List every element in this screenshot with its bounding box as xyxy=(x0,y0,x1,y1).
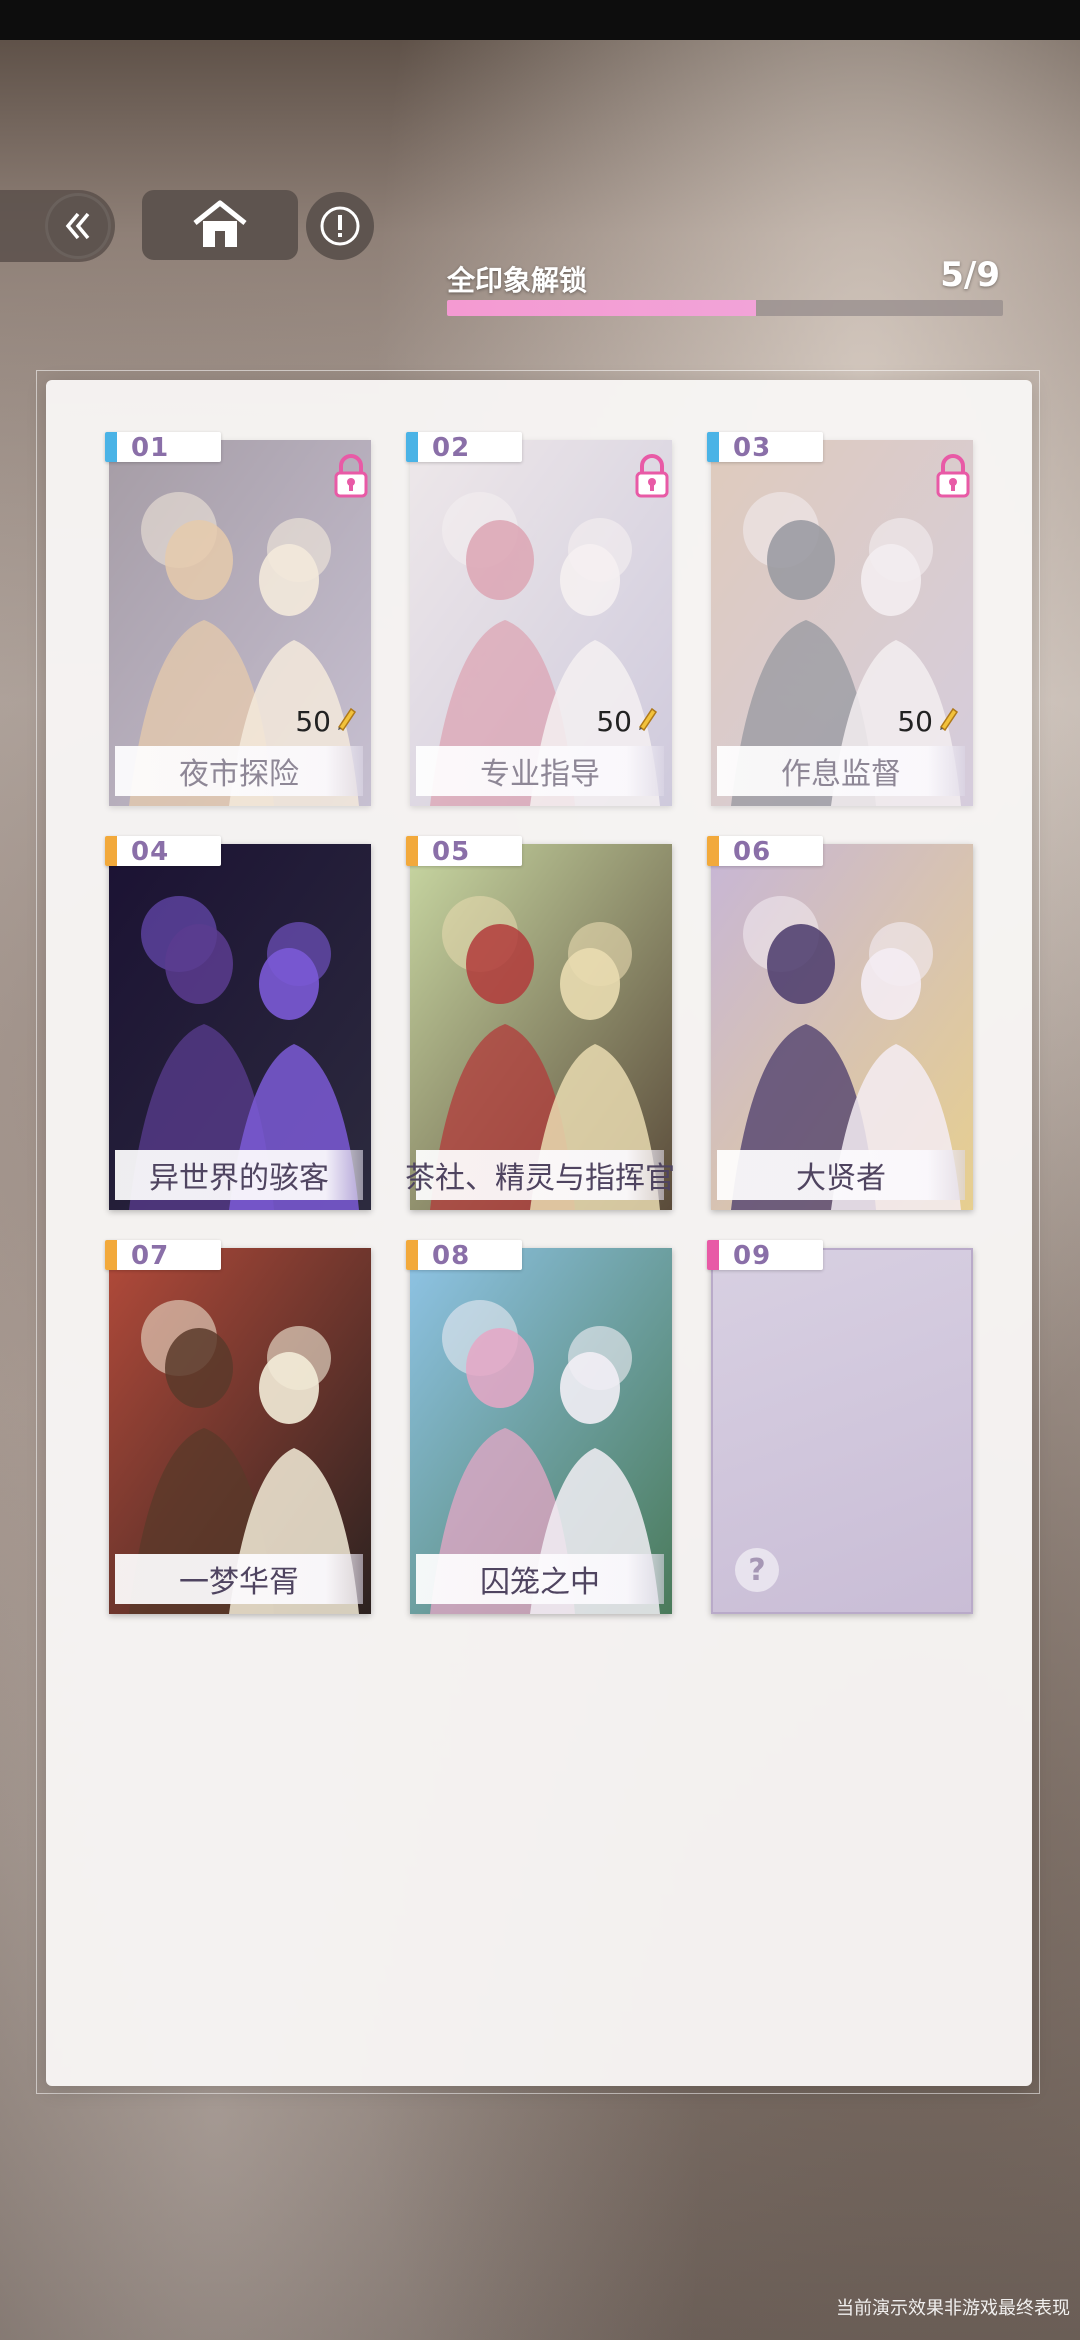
pencil-icon xyxy=(937,705,959,738)
card-04[interactable]: 04 异世界的骇客 xyxy=(105,836,371,1210)
card-number-stripe xyxy=(707,432,719,462)
card-number-tag: 07 xyxy=(105,1240,221,1271)
card-title: 茶社、精灵与指挥官 xyxy=(405,1161,675,1196)
card-08[interactable]: 08 囚笼之中 xyxy=(406,1240,672,1614)
card-title-bar: 夜市探险 xyxy=(115,746,363,796)
back-button[interactable] xyxy=(0,190,115,262)
card-number-stripe xyxy=(105,836,117,866)
card-number-tag: 06 xyxy=(707,836,823,867)
card-02[interactable]: 02 50 专业指导 xyxy=(406,432,672,806)
progress-fill xyxy=(447,300,757,316)
card-title-bar: 大贤者 xyxy=(717,1150,965,1200)
card-title-bar: 茶社、精灵与指挥官 xyxy=(405,1150,675,1200)
card-number-stripe xyxy=(406,432,418,462)
card-title-bar: 囚笼之中 xyxy=(416,1554,664,1604)
exclamation-circle-icon xyxy=(320,206,360,246)
padlock-icon xyxy=(933,454,973,498)
padlock-icon xyxy=(331,454,371,498)
unlock-cost-value: 50 xyxy=(295,705,331,738)
home-button[interactable] xyxy=(142,190,298,260)
card-07[interactable]: 07 一梦华胥 xyxy=(105,1240,371,1614)
pencil-icon xyxy=(636,705,658,738)
card-panel: 01 50 夜市探险 02 50 专业指导 03 50 作息监督 04 异世界的骇客 05 茶社、精灵与… xyxy=(46,380,1032,2086)
card-title-bar: 一梦华胥 xyxy=(115,1554,363,1604)
card-number-stripe xyxy=(105,432,117,462)
unlock-cost: 50 xyxy=(897,705,959,738)
padlock-icon xyxy=(632,454,672,498)
card-number-stripe xyxy=(707,836,719,866)
unlock-cost-value: 50 xyxy=(596,705,632,738)
card-title: 夜市探险 xyxy=(179,757,299,792)
card-number: 07 xyxy=(131,1241,170,1271)
card-number: 08 xyxy=(432,1241,471,1271)
unlock-cost: 50 xyxy=(295,705,357,738)
card-05[interactable]: 05 茶社、精灵与指挥官 xyxy=(405,836,675,1210)
card-title-bar: 作息监督 xyxy=(717,746,965,796)
info-button[interactable] xyxy=(306,192,374,260)
card-number: 01 xyxy=(131,433,170,463)
card-number-stripe xyxy=(406,1240,418,1270)
card-number: 04 xyxy=(131,837,170,867)
unlock-cost: 50 xyxy=(596,705,658,738)
card-01[interactable]: 01 50 夜市探险 xyxy=(105,432,371,806)
disclaimer: 当前演示效果非游戏最终表现 xyxy=(836,2298,1070,2319)
card-number: 02 xyxy=(432,433,471,463)
card-number-tag: 09 xyxy=(707,1240,823,1271)
card-title: 异世界的骇客 xyxy=(149,1161,329,1196)
card-number-tag: 04 xyxy=(105,836,221,867)
card-number-stripe xyxy=(406,836,418,866)
question-mark-icon: ? xyxy=(735,1548,779,1592)
card-title-bar: 专业指导 xyxy=(416,746,664,796)
card-number-tag: 01 xyxy=(105,432,221,463)
card-number-stripe xyxy=(105,1240,117,1270)
unlock-progress: 全印象解锁 5/9 xyxy=(447,255,1005,325)
card-number: 06 xyxy=(733,837,772,867)
card-title-bar: 异世界的骇客 xyxy=(115,1150,363,1200)
card-number-tag: 03 xyxy=(707,432,823,463)
card-06[interactable]: 06 大贤者 xyxy=(707,836,973,1210)
card-number: 03 xyxy=(733,433,772,463)
card-number-tag: 08 xyxy=(406,1240,522,1271)
card-title: 囚笼之中 xyxy=(480,1565,600,1600)
progress-track xyxy=(447,300,1003,316)
progress-count: 5/9 xyxy=(940,255,1000,295)
unlock-cost-value: 50 xyxy=(897,705,933,738)
card-number: 05 xyxy=(432,837,471,867)
card-title: 大贤者 xyxy=(796,1161,886,1196)
card-03[interactable]: 03 50 作息监督 xyxy=(707,432,973,806)
card-title: 一梦华胥 xyxy=(179,1565,299,1600)
card-number-tag: 05 xyxy=(406,836,522,867)
home-icon xyxy=(193,200,247,247)
card-number: 09 xyxy=(733,1241,772,1271)
double-chevron-left-icon xyxy=(65,212,90,240)
card-number-tag: 02 xyxy=(406,432,522,463)
card-title: 作息监督 xyxy=(781,757,901,792)
card-title: 专业指导 xyxy=(480,757,600,792)
pencil-icon xyxy=(335,705,357,738)
status-bar xyxy=(0,0,1080,40)
progress-label: 全印象解锁 xyxy=(447,264,588,297)
card-09[interactable]: 09? xyxy=(707,1240,973,1614)
card-number-stripe xyxy=(707,1240,719,1270)
